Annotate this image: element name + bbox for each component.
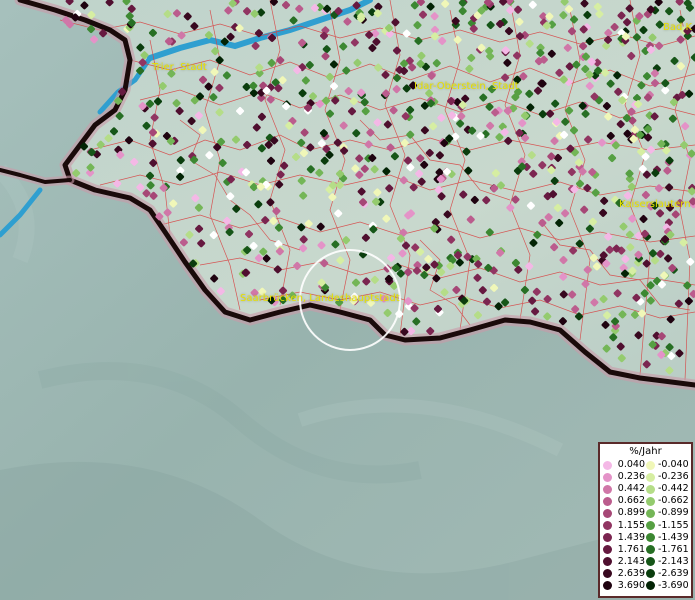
legend-entry-positive: 0.442 [603, 484, 646, 494]
legend-swatch [646, 508, 655, 518]
legend-row: 0.236 -0.236 [603, 471, 689, 483]
legend-swatch [646, 569, 655, 579]
legend-title: %/Jahr [629, 446, 662, 457]
city-label-trier: Trier, Stadt [152, 62, 207, 73]
legend-value: 2.143 [617, 555, 645, 567]
legend-swatch [603, 484, 612, 494]
legend-entry-positive: 1.761 [603, 543, 646, 555]
legend-entry-positive: 0.662 [603, 496, 646, 506]
legend-swatch [646, 472, 655, 482]
legend-row: 0.899 -0.899 [603, 507, 689, 519]
legend-entry-negative: -2.639 [646, 567, 689, 579]
legend-entry-negative: -0.899 [646, 508, 689, 518]
legend-swatch [646, 484, 655, 494]
legend-entry-negative: -0.040 [646, 460, 689, 470]
legend-value: -0.442 [658, 483, 689, 495]
legend-swatch [603, 521, 612, 531]
legend-value: -0.040 [658, 459, 689, 471]
legend-entry-negative: -1.761 [646, 543, 689, 555]
legend-entry-negative: -0.442 [646, 484, 689, 494]
legend-entry-positive: 0.040 [603, 460, 646, 470]
legend-entry-negative: -0.662 [646, 496, 689, 506]
legend-swatch [646, 581, 655, 591]
legend-value: 0.442 [617, 483, 645, 495]
legend-row: 1.439 -1.439 [603, 532, 689, 544]
legend-row: 2.639 -2.639 [603, 568, 689, 580]
legend-row: 0.442 -0.442 [603, 483, 689, 495]
legend-swatch [603, 460, 612, 470]
legend-swatch [646, 460, 655, 470]
legend-entry-negative: -1.155 [646, 519, 689, 531]
legend-value: 0.040 [617, 459, 645, 471]
legend-entry-positive: 2.143 [603, 555, 646, 567]
legend-row: 0.662 -0.662 [603, 495, 689, 507]
legend-value: -0.899 [658, 507, 689, 519]
legend-value: 1.439 [617, 531, 645, 543]
legend-swatch [646, 496, 655, 506]
legend-entry-negative: -2.143 [646, 555, 689, 567]
legend-entry-negative: -0.236 [646, 472, 689, 482]
legend-row: 0.040 -0.040 [603, 459, 689, 471]
legend-value: -0.662 [658, 495, 689, 507]
legend-value: -2.639 [658, 567, 689, 579]
legend-row: 1.761 -1.761 [603, 544, 689, 556]
legend-swatch [603, 569, 612, 579]
legend-entry-negative: -3.690 [646, 579, 689, 591]
legend-value: -2.143 [658, 555, 689, 567]
legend-swatch [646, 545, 655, 555]
legend-value: -1.439 [658, 531, 689, 543]
legend-swatch [603, 581, 612, 591]
legend-value: -1.155 [658, 519, 689, 531]
legend-swatch [603, 533, 612, 543]
legend-entry-positive: 3.690 [603, 579, 646, 591]
legend-value: -3.690 [658, 579, 689, 591]
legend-entry-positive: 1.155 [603, 519, 646, 531]
legend-value: 2.639 [617, 567, 645, 579]
legend-entry-negative: -1.439 [646, 531, 689, 543]
legend-swatch [603, 508, 612, 518]
legend-row: 1.155 -1.155 [603, 519, 689, 531]
legend-entry-positive: 2.639 [603, 567, 646, 579]
legend-panel: %/Jahr 0.040 -0.040 0.236 -0.236 0.442 -0.442… [598, 442, 693, 598]
legend-value: 0.662 [617, 495, 645, 507]
city-label-kaiserslautern: Kaiserslautern [619, 199, 691, 210]
legend-value: -0.236 [658, 471, 689, 483]
legend-swatch [603, 557, 612, 567]
legend-value: 1.155 [617, 519, 645, 531]
legend-swatch [603, 472, 612, 482]
legend-swatch [646, 533, 655, 543]
legend-swatch [646, 557, 655, 567]
legend-entry-positive: 1.439 [603, 531, 646, 543]
legend-value: 1.761 [617, 543, 645, 555]
legend-value: 3.690 [617, 579, 645, 591]
city-label-saarbruecken: Saarbrücken, Landeshauptstadt [240, 293, 400, 304]
legend-entry-positive: 0.236 [603, 472, 646, 482]
city-label-idar-oberstein: Idar-Oberstein, Stadt [414, 81, 519, 92]
legend-swatch [603, 545, 612, 555]
legend-value: 0.899 [617, 507, 645, 519]
legend-value: 0.236 [617, 471, 645, 483]
legend-value: -1.761 [658, 543, 689, 555]
legend-row: 3.690 -3.690 [603, 580, 689, 592]
legend-entry-positive: 0.899 [603, 508, 646, 518]
legend-row: 2.143 -2.143 [603, 556, 689, 568]
legend-swatch [646, 521, 655, 531]
legend-swatch [603, 496, 612, 506]
legend-rows: 0.040 -0.040 0.236 -0.236 0.442 -0.442 0.662 -0… [603, 459, 689, 592]
city-label-bad-k: Bad K [663, 22, 693, 33]
